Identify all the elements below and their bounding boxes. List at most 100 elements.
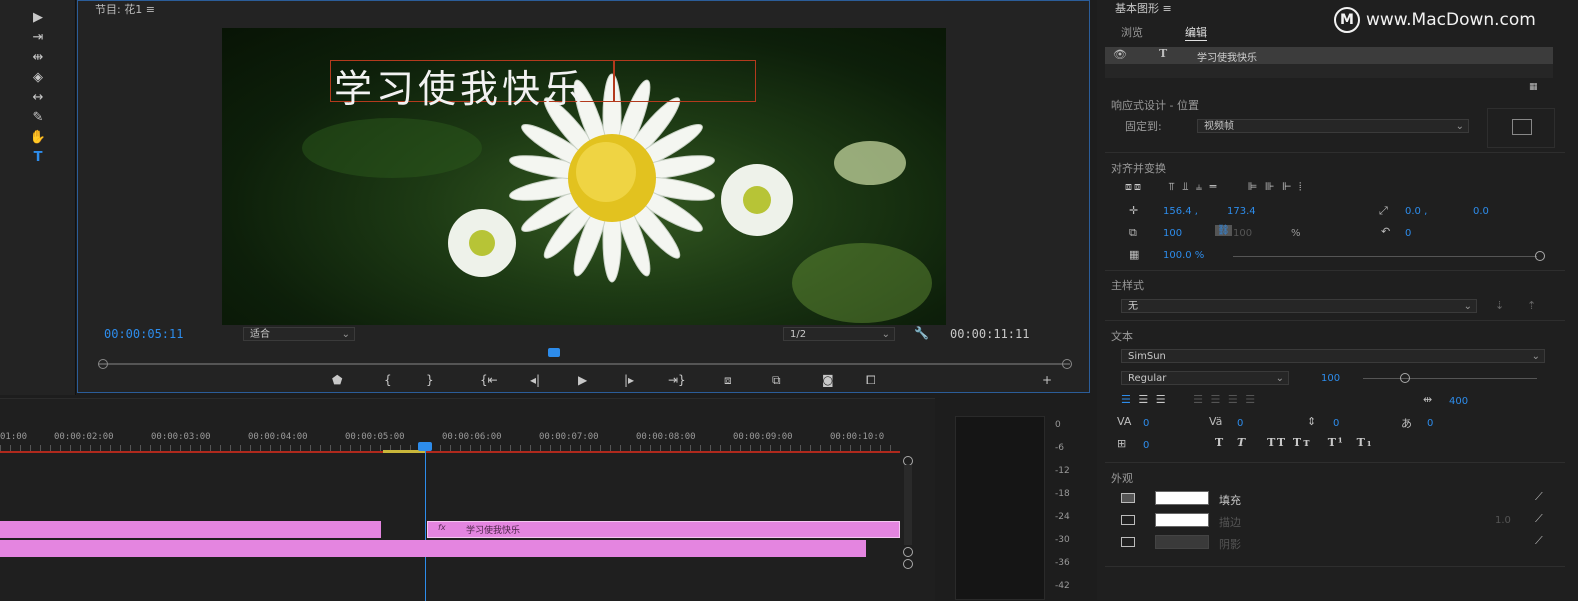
selection-tool-icon[interactable]: ▶	[24, 10, 52, 26]
work-area-bar[interactable]	[0, 451, 900, 453]
font-style-select[interactable]: Regular ⌄	[1121, 371, 1289, 385]
eyedropper-icon[interactable]: ⟋	[1535, 512, 1543, 526]
align-text-right-icon[interactable]: ☰	[1156, 393, 1168, 406]
panel-title[interactable]: 基本图形 ≡	[1115, 0, 1172, 16]
vertical-scrollbar[interactable]	[904, 465, 912, 545]
overwrite-icon[interactable]: ⧉	[772, 373, 781, 388]
resolution-select[interactable]: 1/2 ⌄	[783, 327, 895, 341]
opacity-slider-handle[interactable]	[1535, 251, 1545, 261]
push-style-icon[interactable]: ⇣	[1495, 299, 1504, 312]
align-center-icon[interactable]: ⊪	[1265, 180, 1277, 193]
anchor-y[interactable]: 0.0	[1473, 206, 1489, 217]
video-frame[interactable]: 学习使我快乐	[222, 28, 946, 325]
add-button-icon[interactable]: +	[1042, 373, 1052, 387]
align-text-center-icon[interactable]: ☰	[1138, 393, 1150, 406]
small-caps-icon[interactable]: Tт	[1293, 436, 1312, 449]
go-to-in-icon[interactable]: {⇤	[480, 373, 498, 387]
compare-icon[interactable]: ⧠	[866, 373, 876, 388]
italic-icon[interactable]: T	[1237, 436, 1247, 449]
align-vcenter-icon[interactable]: ⫫	[1182, 180, 1190, 193]
eyedropper-icon[interactable]: ⟋	[1535, 490, 1543, 504]
wrench-icon[interactable]: 🔧	[914, 326, 929, 340]
pen-tool-icon[interactable]: ✎	[24, 110, 52, 126]
scrub-end-handle[interactable]	[1062, 359, 1072, 369]
mark-in-icon[interactable]: {	[384, 373, 392, 387]
font-size-slider-handle[interactable]	[1400, 373, 1410, 383]
align-left-icon[interactable]: ⊫	[1248, 180, 1260, 193]
video-clip[interactable]	[0, 521, 381, 538]
align-top-icon[interactable]: ⫪	[1169, 180, 1177, 193]
superscript-icon[interactable]: T¹	[1328, 436, 1345, 449]
fill-checkbox[interactable]	[1121, 493, 1135, 503]
tracking-value[interactable]: 400	[1449, 396, 1468, 407]
monitor-title[interactable]: 节目: 花1 ≡	[95, 1, 155, 17]
shadow-color-swatch[interactable]	[1155, 535, 1209, 549]
master-style-select[interactable]: 无 ⌄	[1121, 299, 1477, 313]
align-text-left-icon[interactable]: ☰	[1121, 393, 1133, 406]
distribute-icon[interactable]: ⧈⧈	[1125, 180, 1143, 193]
position-y[interactable]: 173.4	[1227, 206, 1256, 217]
eyedropper-icon[interactable]: ⟋	[1535, 534, 1543, 548]
font-select[interactable]: SimSun ⌄	[1121, 349, 1545, 363]
eye-icon[interactable]: 👁	[1113, 48, 1127, 61]
justify-all-icon[interactable]: ☰	[1245, 393, 1257, 406]
type-tool-icon[interactable]: T	[24, 150, 52, 166]
add-marker-icon[interactable]: ⬟	[332, 373, 342, 387]
tab-browse[interactable]: 浏览	[1121, 24, 1143, 40]
ripple-edit-tool-icon[interactable]: ⇹	[24, 50, 52, 66]
fill-color-swatch[interactable]	[1155, 491, 1209, 505]
go-to-out-icon[interactable]: ⇥}	[668, 373, 686, 387]
scrub-bar[interactable]	[98, 363, 1070, 365]
track-select-tool-icon[interactable]: ⇥	[24, 30, 52, 46]
insert-icon[interactable]: ⧈	[724, 373, 732, 388]
playhead-marker[interactable]	[548, 348, 560, 357]
align-right-icon[interactable]: ⊩	[1282, 180, 1294, 193]
scroll-handle[interactable]	[903, 559, 913, 569]
pull-style-icon[interactable]: ⇡	[1527, 299, 1536, 312]
stroke-checkbox[interactable]	[1121, 515, 1135, 525]
scale-value[interactable]: 100	[1163, 228, 1182, 239]
audio-clip[interactable]	[0, 540, 866, 557]
slip-tool-icon[interactable]: ↔	[24, 90, 52, 106]
align-hcenter-icon[interactable]: ═	[1210, 180, 1219, 193]
kerning-value[interactable]: 0	[1143, 418, 1149, 429]
graphic-clip[interactable]: fx 学习使我快乐	[427, 521, 900, 538]
font-size-value[interactable]: 100	[1321, 373, 1340, 384]
pin-diagram[interactable]	[1487, 108, 1555, 148]
pin-to-select[interactable]: 视频帧 ⌄	[1197, 119, 1469, 133]
tab-stops-value[interactable]: 0	[1143, 440, 1149, 451]
justify-center-icon[interactable]: ☰	[1211, 393, 1223, 406]
scrub-start-handle[interactable]	[98, 359, 108, 369]
zoom-select[interactable]: 适合 ⌄	[243, 327, 355, 341]
layer-row[interactable]: 👁 T 学习使我快乐	[1105, 47, 1553, 64]
stroke-width-value[interactable]: 1.0	[1495, 515, 1511, 526]
timeline-playhead-line[interactable]	[425, 449, 426, 601]
subscript-icon[interactable]: T₁	[1357, 436, 1374, 449]
opacity-value[interactable]: 100.0 %	[1163, 250, 1204, 261]
align-bottom-icon[interactable]: ⫨	[1196, 180, 1204, 193]
baseline-shift-value[interactable]: 0	[1333, 418, 1339, 429]
title-bounding-box[interactable]	[614, 60, 756, 102]
stroke-color-swatch[interactable]	[1155, 513, 1209, 527]
justify-icon[interactable]: ☰	[1193, 393, 1205, 406]
step-back-icon[interactable]: ◂|	[530, 373, 540, 387]
mark-out-icon[interactable]: }	[426, 373, 434, 387]
hand-tool-icon[interactable]: ✋	[24, 130, 52, 146]
scroll-handle[interactable]	[903, 547, 913, 557]
tsume-value[interactable]: 0	[1427, 418, 1433, 429]
justify-right-icon[interactable]: ☰	[1228, 393, 1240, 406]
leading-value[interactable]: 0	[1237, 418, 1243, 429]
all-caps-icon[interactable]: TT	[1267, 436, 1287, 449]
font-size-slider[interactable]	[1363, 378, 1537, 379]
tab-edit[interactable]: 编辑	[1185, 24, 1207, 41]
anchor-x[interactable]: 0.0 ,	[1405, 206, 1427, 217]
link-icon[interactable]: ⛓	[1215, 225, 1232, 236]
opacity-slider[interactable]	[1233, 256, 1537, 257]
new-layer-icon[interactable]: ▦	[1529, 82, 1538, 92]
rotation-value[interactable]: 0	[1405, 228, 1411, 239]
bold-icon[interactable]: T	[1215, 436, 1225, 449]
shadow-checkbox[interactable]	[1121, 537, 1135, 547]
title-overlay-text[interactable]: 学习使我快乐	[334, 58, 586, 113]
position-x[interactable]: 156.4 ,	[1163, 206, 1198, 217]
razor-tool-icon[interactable]: ◈	[24, 70, 52, 86]
